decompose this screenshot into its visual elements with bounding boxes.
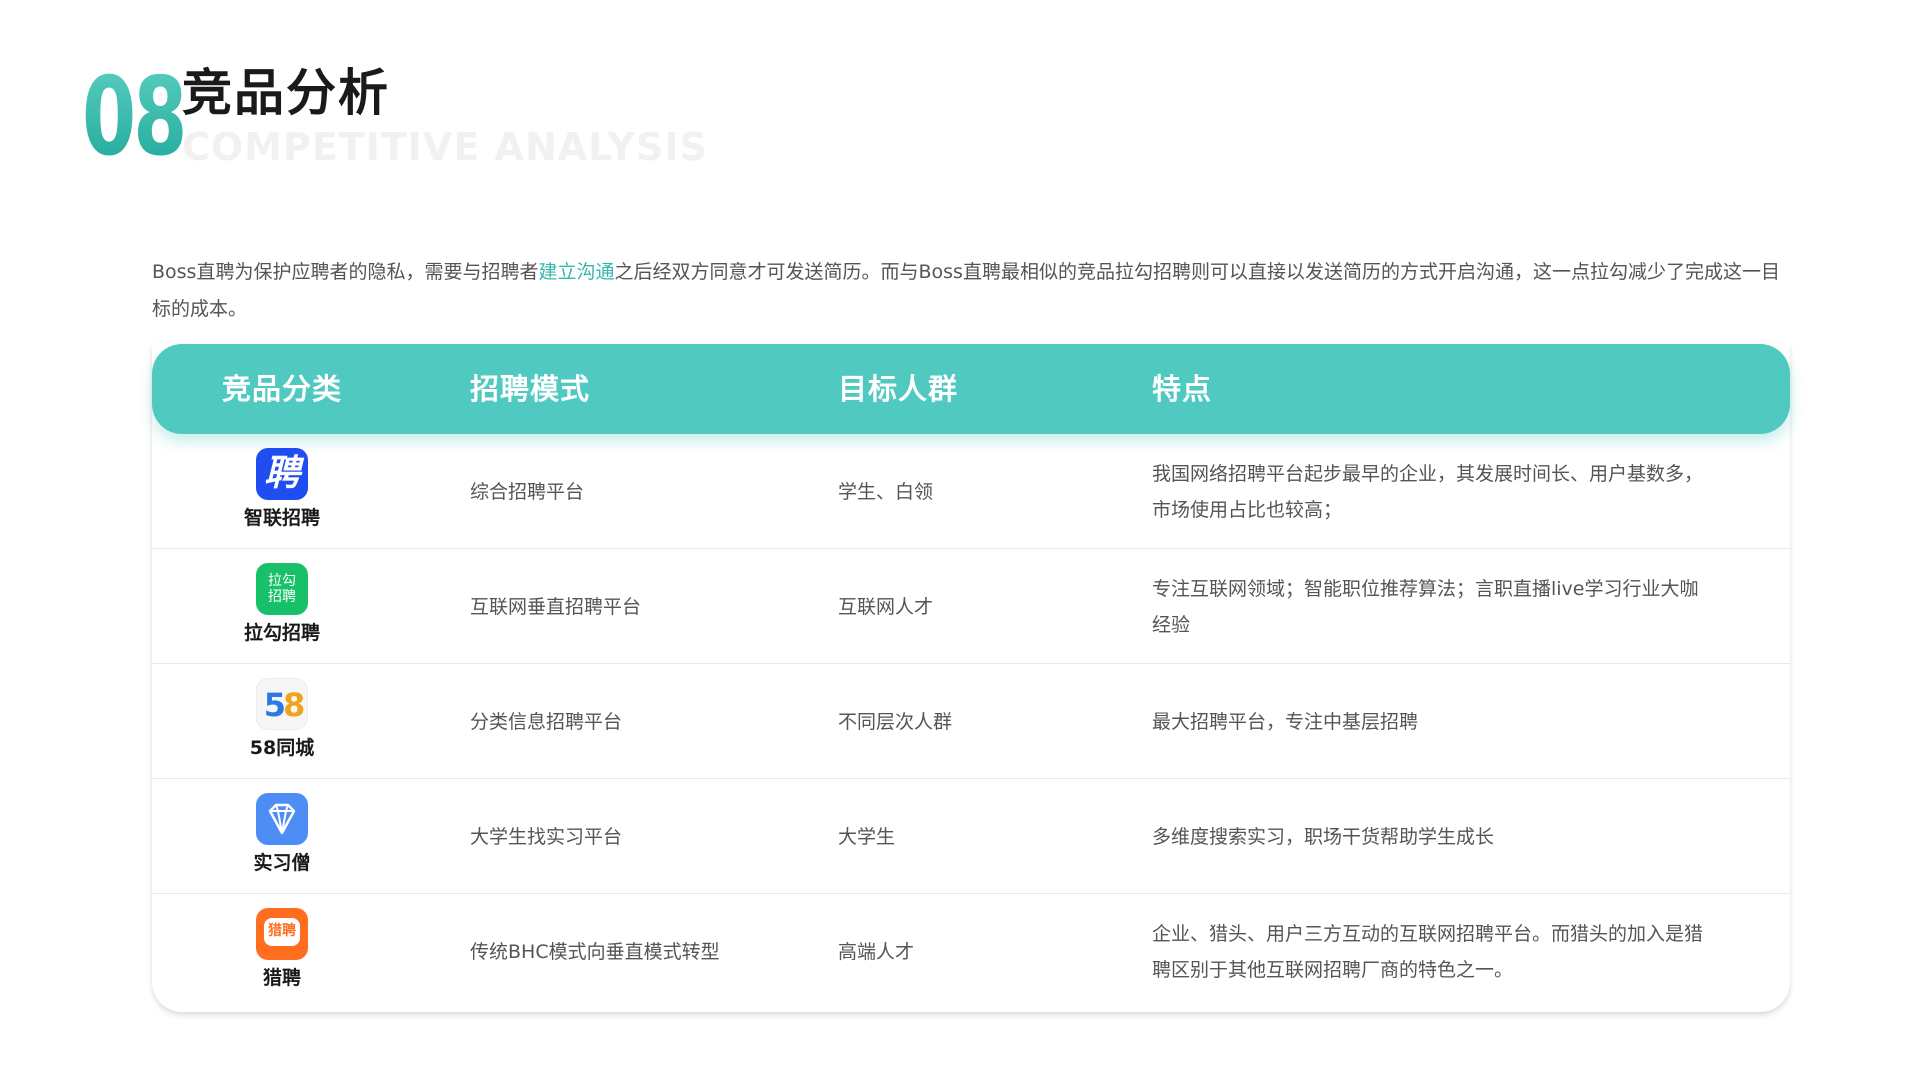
header-target: 目标人群 — [838, 372, 959, 406]
slide: 08 竞品分析 COMPETITIVE ANALYSIS Boss直聘为保护应聘… — [0, 0, 1920, 1080]
shixiseng-diamond-icon — [256, 793, 308, 845]
feature-cell: 多维度搜索实习，职场干货帮助学生成长 — [1152, 825, 1495, 848]
header-category: 竞品分类 — [221, 372, 342, 406]
section-subtitle: COMPETITIVE ANALYSIS — [182, 125, 708, 169]
competitor-name: 智联招聘 — [243, 507, 320, 529]
target-cell: 大学生 — [838, 825, 896, 848]
mode-cell: 综合招聘平台 — [470, 480, 585, 503]
competitor-table: 竞品分类 招聘模式 目标人群 特点 聘 智联招聘 综合招聘平台 学生、白领 我国… — [152, 344, 1790, 1012]
competitor-name: 拉勾招聘 — [243, 622, 320, 644]
table-header: 竞品分类 招聘模式 目标人群 特点 — [152, 344, 1790, 434]
mode-cell: 传统BHC模式向垂直模式转型 — [470, 940, 720, 963]
table-row: 聘 智联招聘 综合招聘平台 学生、白领 我国网络招聘平台起步最早的企业，其发展时… — [152, 434, 1790, 549]
mode-cell: 互联网垂直招聘平台 — [470, 595, 642, 618]
target-cell: 学生、白领 — [838, 480, 934, 503]
competitor-cell: 实习僧 — [212, 793, 352, 883]
competitor-cell: 猎聘 猎聘 — [212, 908, 352, 998]
competitor-cell: 聘 智联招聘 — [212, 448, 352, 538]
lagou-logo-icon: 拉勾 招聘 — [256, 563, 308, 615]
feature-cell: 专注互联网领域；智能职位推荐算法；言职直播live学习行业大咖经验 — [1152, 577, 1699, 636]
intro-paragraph: Boss直聘为保护应聘者的隐私，需要与招聘者建立沟通之后经双方同意才可发送简历。… — [152, 254, 1792, 328]
table-row: 58 58同城 分类信息招聘平台 不同层次人群 最大招聘平台，专注中基层招聘 — [152, 664, 1790, 779]
header-feature: 特点 — [1152, 372, 1213, 406]
target-cell: 互联网人才 — [838, 595, 934, 618]
competitor-cell: 58 58同城 — [212, 678, 352, 768]
section-number: 08 — [82, 55, 187, 180]
feature-cell: 最大招聘平台，专注中基层招聘 — [1152, 710, 1419, 733]
intro-text-before: Boss直聘为保护应聘者的隐私，需要与招聘者 — [152, 261, 539, 283]
liepin-logo-icon: 猎聘 — [256, 908, 308, 960]
competitor-name: 实习僧 — [253, 852, 311, 874]
competitor-cell: 拉勾 招聘 拉勾招聘 — [212, 563, 352, 653]
competitor-name: 58同城 — [249, 737, 315, 759]
target-cell: 高端人才 — [838, 940, 915, 963]
feature-cell: 企业、猎头、用户三方互动的互联网招聘平台。而猎头的加入是猎聘区别于其他互联网招聘… — [1152, 922, 1704, 981]
table-row: 实习僧 大学生找实习平台 大学生 多维度搜索实习，职场干货帮助学生成长 — [152, 779, 1790, 894]
mode-cell: 分类信息招聘平台 — [470, 710, 623, 733]
58-logo-icon: 58 — [256, 678, 308, 730]
mode-cell: 大学生找实习平台 — [470, 825, 623, 848]
header-mode: 招聘模式 — [470, 372, 591, 406]
table-row: 猎聘 猎聘 传统BHC模式向垂直模式转型 高端人才 企业、猎头、用户三方互动的互… — [152, 894, 1790, 1009]
zhilian-logo-icon: 聘 — [256, 448, 308, 500]
intro-highlight: 建立沟通 — [538, 261, 615, 283]
feature-cell: 我国网络招聘平台起步最早的企业，其发展时间长、用户基数多，市场使用占比也较高； — [1152, 462, 1704, 521]
section-title: 竞品分析 — [182, 64, 390, 122]
competitor-name: 猎聘 — [262, 967, 301, 989]
table-row: 拉勾 招聘 拉勾招聘 互联网垂直招聘平台 互联网人才 专注互联网领域；智能职位推… — [152, 549, 1790, 664]
target-cell: 不同层次人群 — [838, 710, 953, 733]
